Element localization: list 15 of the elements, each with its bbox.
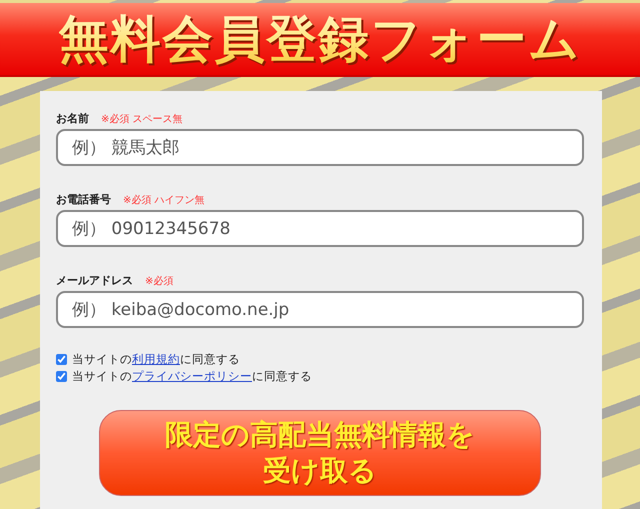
input-field[interactable]: 例） keiba@docomo.ne.jp (56, 291, 584, 328)
agree-checkbox[interactable] (56, 354, 67, 365)
field-label: お電話番号 (56, 192, 111, 207)
input-field[interactable]: 例） 競馬太郎 (56, 129, 584, 166)
policy-link[interactable]: プライバシーポリシー (132, 369, 252, 383)
input-field[interactable]: 例） 09012345678 (56, 210, 584, 247)
required-note: ※必須 スペース無 (101, 112, 183, 126)
required-note: ※必須 ハイフン無 (123, 194, 205, 207)
field-label: お名前 (56, 111, 89, 126)
field-label: メールアドレス (56, 273, 133, 288)
agree-checkbox[interactable] (56, 371, 67, 382)
policy-link[interactable]: 利用規約 (132, 352, 180, 366)
agreement-text: 当サイトの利用規約に同意する (72, 352, 240, 367)
agreement-text: 当サイトのプライバシーポリシー に同意する (72, 369, 312, 384)
required-note: ※必須 (145, 274, 174, 288)
